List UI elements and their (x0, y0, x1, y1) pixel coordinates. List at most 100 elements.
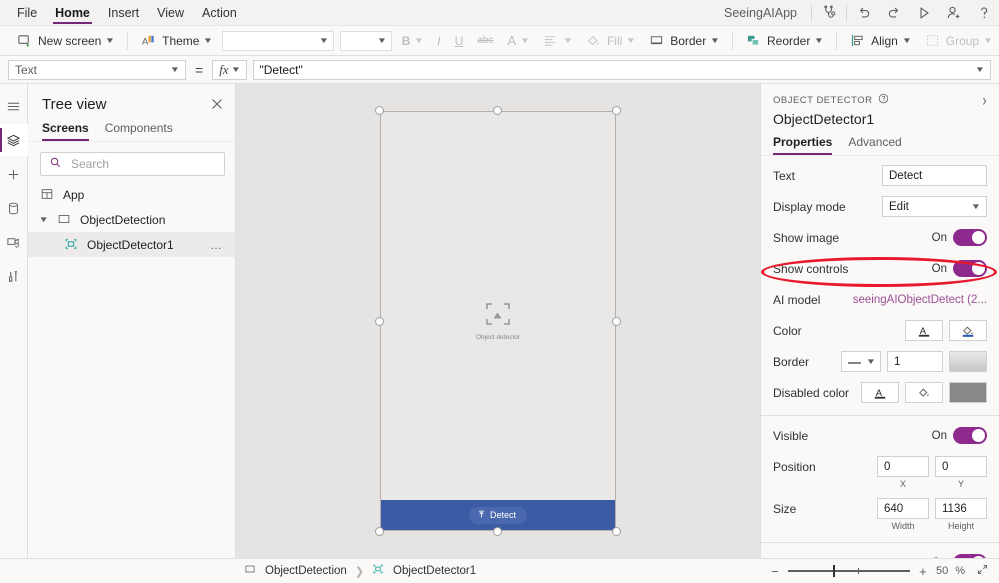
disabled-color-swatch[interactable] (949, 382, 987, 403)
detect-button[interactable]: Detect (468, 506, 527, 524)
strikethrough-label: abc (477, 35, 494, 46)
search-input[interactable]: Search (40, 152, 225, 176)
zoom-in-button[interactable]: + (917, 564, 929, 579)
advanced-tools-icon[interactable] (0, 260, 28, 292)
underline-button[interactable]: U (448, 29, 471, 53)
menu-item-file[interactable]: File (8, 0, 46, 26)
show-labels-toggle[interactable] (953, 554, 987, 558)
tree-node-app[interactable]: App (28, 182, 235, 207)
fx-button[interactable]: fx ▼ (212, 59, 247, 80)
breadcrumb-objectdetection[interactable]: ObjectDetection (236, 563, 355, 579)
border-button[interactable]: Border ▼ (642, 29, 726, 53)
app-checker-icon[interactable] (814, 0, 844, 26)
formula-input[interactable]: "Detect" ▼ (252, 59, 991, 80)
menu-item-view[interactable]: View (148, 0, 193, 26)
show-image-toggle[interactable] (953, 229, 987, 246)
help-icon[interactable] (969, 0, 999, 26)
chevron-down-icon: ▼ (562, 36, 574, 45)
reorder-button[interactable]: Reorder ▼ (739, 29, 830, 53)
menu-divider-2 (846, 4, 847, 21)
chevron-down-icon: ▼ (982, 36, 994, 45)
object-detector-icon (372, 563, 388, 579)
resize-handle-mid-left[interactable] (375, 317, 384, 326)
ribbon-divider-2 (732, 31, 733, 50)
resize-handle-bottom-center[interactable] (493, 527, 502, 536)
fill-button[interactable]: Fill ▼ (579, 29, 642, 53)
resize-handle-bottom-right[interactable] (612, 527, 621, 536)
group-button[interactable]: Group ▼ (918, 29, 999, 53)
tab-advanced[interactable]: Advanced (848, 135, 901, 155)
disabled-text-color-button[interactable]: A (861, 382, 899, 403)
tab-components[interactable]: Components (105, 121, 173, 141)
redo-icon[interactable] (879, 0, 909, 26)
theme-button[interactable]: A Theme ▼ (134, 29, 219, 53)
media-icon[interactable] (0, 226, 28, 258)
show-controls-toggle[interactable] (953, 260, 987, 277)
breadcrumb-objectdetector1[interactable]: ObjectDetector1 (364, 563, 484, 579)
border-style-select[interactable]: ▼ (841, 351, 881, 372)
menu-item-home[interactable]: Home (46, 0, 99, 26)
resize-handle-top-center[interactable] (493, 106, 502, 115)
insert-icon[interactable] (0, 158, 28, 190)
play-icon[interactable] (909, 0, 939, 26)
tree-node-objectdetector1-label: ObjectDetector1 (87, 237, 174, 252)
help-circle-icon[interactable] (878, 93, 889, 107)
menu-item-insert[interactable]: Insert (99, 0, 148, 26)
detect-button-label: Detect (489, 510, 516, 520)
resize-handle-bottom-left[interactable] (375, 527, 384, 536)
tree-node-objectdetector1[interactable]: ObjectDetector1 … (28, 232, 235, 257)
undo-icon[interactable] (849, 0, 879, 26)
chevron-down-icon[interactable]: ▼ (39, 215, 52, 224)
tree-node-objectdetection-label: ObjectDetection (80, 212, 166, 227)
chevron-down-icon: ▼ (814, 36, 825, 45)
bold-button[interactable]: B ▼ (395, 29, 431, 53)
object-detector-control[interactable]: Object detector Detect (380, 111, 616, 531)
canvas-area[interactable]: Object detector Detect (236, 84, 760, 558)
formula-text: "Detect" (259, 62, 303, 77)
hamburger-menu-icon[interactable] (0, 90, 28, 122)
new-screen-button[interactable]: New screen ▼ (10, 29, 121, 53)
font-size-select[interactable]: ▼ (340, 30, 392, 51)
color-text-button[interactable]: A (905, 320, 943, 341)
node-more-options[interactable]: … (210, 238, 223, 252)
tree-node-objectdetection[interactable]: ▼ ObjectDetection (28, 207, 235, 232)
border-width-input[interactable]: 1 (887, 351, 943, 372)
menu-item-action[interactable]: Action (193, 0, 246, 26)
data-icon[interactable] (0, 192, 28, 224)
ribbon-divider-1 (127, 31, 129, 50)
resize-handle-mid-right[interactable] (612, 317, 621, 326)
color-fill-button[interactable] (949, 320, 987, 341)
tree-view-icon[interactable] (0, 124, 28, 156)
position-x-input[interactable]: 0 (877, 456, 929, 477)
close-icon[interactable] (211, 98, 223, 112)
border-color-swatch[interactable] (949, 351, 987, 372)
fit-to-screen-icon[interactable] (972, 563, 989, 579)
text-input[interactable]: Detect (882, 165, 987, 186)
property-select[interactable]: Text ▼ (8, 59, 186, 80)
tab-screens[interactable]: Screens (42, 121, 89, 141)
zoom-slider-thumb[interactable] (832, 565, 835, 577)
tab-properties[interactable]: Properties (773, 135, 833, 155)
zoom-out-button[interactable]: − (769, 564, 781, 579)
strikethrough-button[interactable]: abc (470, 29, 500, 53)
expand-panel-icon[interactable]: › (983, 90, 988, 110)
font-family-select[interactable]: ▼ (222, 30, 335, 51)
text-align-button[interactable]: ▼ (536, 29, 579, 53)
display-mode-select[interactable]: Edit ▼ (882, 196, 987, 217)
align-button[interactable]: Align ▼ (843, 29, 918, 53)
detect-button-bar[interactable]: Detect (381, 500, 615, 530)
resize-handle-top-right[interactable] (612, 106, 621, 115)
disabled-fill-button[interactable] (905, 382, 943, 403)
resize-handle-top-left[interactable] (375, 106, 384, 115)
zoom-slider[interactable] (787, 565, 910, 577)
size-height-input[interactable]: 1136 (935, 498, 987, 519)
visible-toggle[interactable] (953, 427, 987, 444)
ai-model-value[interactable]: seeingAIObjectDetect (2... (853, 294, 987, 306)
size-width-input[interactable]: 640 (877, 498, 929, 519)
italic-button[interactable]: I (430, 29, 447, 53)
zoom-control: − + 50 % (769, 563, 999, 579)
font-color-button[interactable]: A ▼ (500, 29, 536, 53)
share-icon[interactable] (939, 0, 969, 26)
position-y-input[interactable]: 0 (935, 456, 987, 477)
app-title: SeeingAIApp (724, 5, 797, 20)
